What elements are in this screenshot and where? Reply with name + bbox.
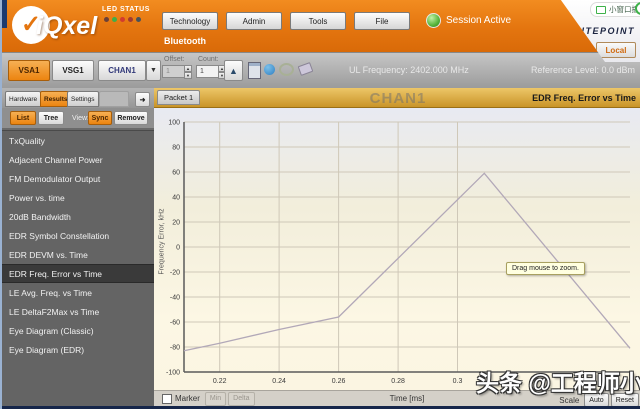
svg-text:-20: -20 xyxy=(170,270,180,277)
svg-text:40: 40 xyxy=(172,195,180,202)
list-item[interactable]: TxQuality xyxy=(2,131,154,150)
svg-text:0: 0 xyxy=(176,245,180,252)
session-status-text: Session Active xyxy=(446,15,512,26)
svg-text:0.24: 0.24 xyxy=(272,378,286,385)
list-item[interactable]: LE DeltaF2Max vs Time xyxy=(2,302,154,321)
pip-window-icon xyxy=(596,5,606,14)
eraser-icon[interactable] xyxy=(297,62,314,76)
svg-text:100: 100 xyxy=(168,120,180,127)
list-item[interactable]: 20dB Bandwidth xyxy=(2,207,154,226)
loop-icon[interactable] xyxy=(279,63,294,76)
app-logo-text: iQxel xyxy=(36,12,98,40)
list-item[interactable]: Power vs. time xyxy=(2,188,154,207)
vsa-button[interactable]: VSA1 xyxy=(8,60,50,81)
led-status-label: LED STATUS xyxy=(102,6,150,13)
offset-spinner-arrows[interactable]: ▲ ▼ xyxy=(184,65,192,79)
svg-text:-100: -100 xyxy=(166,370,180,377)
svg-text:-60: -60 xyxy=(170,320,180,327)
menu-button-file[interactable]: File xyxy=(354,12,410,30)
menu-button-technology[interactable]: Technology xyxy=(162,12,218,30)
freq-error-chart[interactable]: 100 80 60 40 20 0 -20 -40 -60 -80 -100 0.22 0.24 0.26… xyxy=(154,108,640,390)
channel-dropdown-arrow-icon[interactable]: ▼ xyxy=(146,60,161,81)
list-item[interactable]: Adjacent Channel Power xyxy=(2,150,154,169)
offset-label: Offset: xyxy=(164,56,185,63)
sync-button[interactable]: Sync xyxy=(88,111,112,125)
calculator-icon[interactable] xyxy=(248,62,261,79)
list-item[interactable]: LE Avg. Freq. vs Time xyxy=(2,283,154,302)
list-item[interactable]: EDR DEVM vs. Time xyxy=(2,245,154,264)
main-menu: Technology Admin Tools File xyxy=(162,12,410,30)
technology-subtitle: Bluetooth xyxy=(164,36,206,46)
tab-settings[interactable]: Settings xyxy=(67,91,99,107)
led-dot-icon xyxy=(128,17,133,22)
session-status-icon xyxy=(426,13,441,28)
svg-text:80: 80 xyxy=(172,145,180,152)
y-axis-label: Frequency Error, kHz xyxy=(158,208,166,275)
list-item[interactable]: Eye Diagram (Classic) xyxy=(2,321,154,340)
ul-frequency-readout: UL Frequency: 2402.000 MHz xyxy=(349,65,469,75)
list-item[interactable]: FM Demodulator Output xyxy=(2,169,154,188)
tab-hardware[interactable]: Hardware xyxy=(5,91,42,107)
chart-region: CHAN1 Packet 1 EDR Freq. Error vs Time 1… xyxy=(154,88,640,407)
window-corner xyxy=(2,0,7,28)
led-dot-icon xyxy=(136,17,141,22)
chart-title: EDR Freq. Error vs Time xyxy=(532,93,636,103)
analysis-icon[interactable] xyxy=(264,64,275,75)
svg-text:0.26: 0.26 xyxy=(332,378,346,385)
svg-text:-80: -80 xyxy=(170,345,180,352)
channel-select[interactable]: CHAN1 xyxy=(98,60,146,81)
svg-text:0.3: 0.3 xyxy=(453,378,463,385)
svg-text:0.22: 0.22 xyxy=(213,378,227,385)
pip-playback-button[interactable]: 小窗口播放 xyxy=(590,2,640,17)
count-label: Count: xyxy=(198,56,219,63)
list-item[interactable]: EDR Symbol Constellation xyxy=(2,226,154,245)
led-status-dots xyxy=(104,17,141,22)
results-sidebar: Hardware Results Settings ➜ List Tree Vi… xyxy=(2,88,154,407)
app-header: ✓ iQxel LED STATUS Technology Admin Tools F… xyxy=(2,0,640,52)
packet-tab[interactable]: Packet 1 xyxy=(157,90,201,105)
svg-text:-40: -40 xyxy=(170,295,180,302)
sidebar-tab-strip: Hardware Results Settings ➜ xyxy=(2,88,154,108)
led-dot-icon xyxy=(112,17,117,22)
remove-button[interactable]: Remove xyxy=(114,111,148,125)
menu-button-tools[interactable]: Tools xyxy=(290,12,346,30)
local-button[interactable]: Local xyxy=(596,42,636,58)
menu-button-admin[interactable]: Admin xyxy=(226,12,282,30)
led-dot-icon xyxy=(104,17,109,22)
list-view-button[interactable]: List xyxy=(10,111,36,125)
measurement-list: TxQuality Adjacent Channel Power FM Demodu… xyxy=(2,130,154,407)
plot-area: 100 80 60 40 20 0 -20 -40 -60 -80 -100 0.22 0.24 0.26… xyxy=(154,108,640,390)
video-watermark: 头条 @工程师小何 xyxy=(476,370,640,396)
svg-text:20: 20 xyxy=(172,220,180,227)
tab-disabled xyxy=(99,91,129,107)
reference-level-readout: Reference Level: 0.0 dBm xyxy=(530,65,635,75)
list-item[interactable]: EDR Freq. Error vs Time xyxy=(2,264,154,283)
tab-scroll-arrow-icon[interactable]: ➜ xyxy=(135,92,150,107)
tree-view-button[interactable]: Tree xyxy=(38,111,64,125)
list-item[interactable]: Eye Diagram (EDR) xyxy=(2,340,154,359)
vsg-button[interactable]: VSG1 xyxy=(52,60,94,81)
sidebar-controls: List Tree View: Sync Remove xyxy=(2,108,154,128)
iqxel-app-window: ✓ iQxel LED STATUS Technology Admin Tools F… xyxy=(0,0,640,409)
run-capture-button[interactable]: ▲ xyxy=(224,60,243,81)
view-label: View: xyxy=(72,115,89,122)
svg-text:0.28: 0.28 xyxy=(391,378,405,385)
zoom-hint-tooltip: Drag mouse to zoom. xyxy=(506,262,585,275)
svg-text:60: 60 xyxy=(172,170,180,177)
chart-header-bar: CHAN1 Packet 1 EDR Freq. Error vs Time xyxy=(154,88,640,108)
led-dot-icon xyxy=(120,17,125,22)
